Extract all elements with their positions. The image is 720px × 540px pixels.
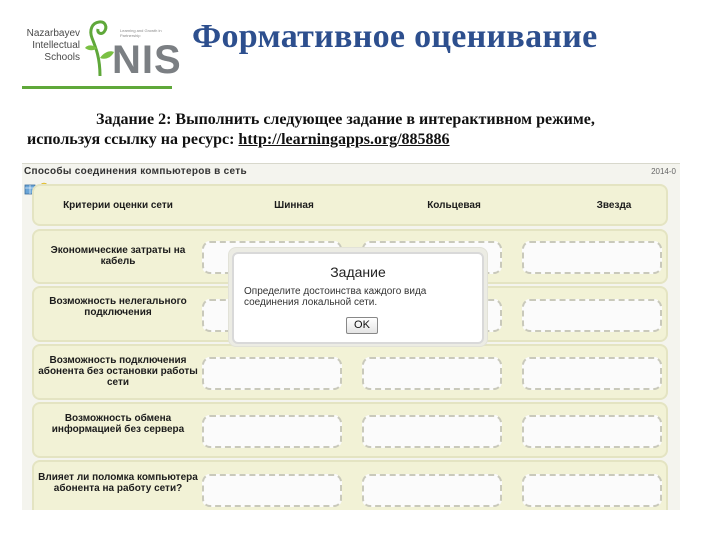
dialog-text: Определите достоинства каждого вида соед… [244, 286, 427, 308]
column-header-ring: Кольцевая [427, 200, 481, 211]
ok-button[interactable]: OK [346, 317, 378, 334]
row-label: Возможность подключения абонента без ост… [38, 355, 198, 388]
learningapps-frame: Способы соединения компьютеров в сеть 20… [22, 163, 680, 510]
nis-logo: Nazarbayev Intellectual Schools Learning… [22, 14, 181, 86]
logo-underline [22, 86, 172, 89]
task-dialog: Задание Определите достоинства каждого в… [232, 252, 484, 344]
task-line-1: Задание 2: Выполнить следующее задание в… [96, 111, 595, 128]
drop-cell[interactable] [362, 357, 502, 390]
criteria-row: Возможность подключения абонента без ост… [32, 344, 668, 400]
column-header-star: Звезда [596, 200, 632, 211]
app-year: 2014-0 [651, 167, 676, 176]
task-prefix: используя ссылку на ресурс: [27, 131, 239, 148]
row-label: Влияет ли поломка компьютера абонента на… [38, 472, 198, 494]
header-row: Критерии оценки сети Шинная Кольцевая Зв… [32, 184, 668, 226]
drop-cell[interactable] [202, 357, 342, 390]
drop-cell[interactable] [522, 474, 662, 507]
drop-cell[interactable] [362, 474, 502, 507]
row-label: Возможность обмена информацией без серве… [51, 413, 185, 435]
criteria-row: Влияет ли поломка компьютера абонента на… [32, 460, 668, 510]
app-title: Способы соединения компьютеров в сеть [24, 166, 247, 177]
drop-cell[interactable] [522, 415, 662, 448]
logo-school-name: Nazarbayev Intellectual Schools [26, 28, 80, 63]
column-header-bus: Шинная [274, 200, 314, 211]
logo-abbr: NIS [112, 38, 182, 82]
resource-link[interactable]: http://learningapps.org/885886 [238, 131, 449, 148]
row-label: Экономические затраты на кабель [50, 245, 186, 267]
logo-tagline: Learning and Growth in Partnership [120, 28, 162, 38]
drop-cell[interactable] [522, 299, 662, 332]
criteria-header: Критерии оценки сети [63, 200, 173, 211]
drop-cell[interactable] [362, 415, 502, 448]
drop-cell[interactable] [522, 357, 662, 390]
row-label: Возможность нелегального подключения [49, 296, 187, 318]
drop-cell[interactable] [202, 474, 342, 507]
slide-title: Формативное оценивание [192, 18, 598, 55]
task-line-2: используя ссылку на ресурс: http://learn… [27, 131, 450, 149]
drop-cell[interactable] [202, 415, 342, 448]
dialog-title: Задание [330, 264, 386, 280]
drop-cell[interactable] [522, 241, 662, 274]
criteria-row: Возможность обмена информацией без серве… [32, 402, 668, 458]
